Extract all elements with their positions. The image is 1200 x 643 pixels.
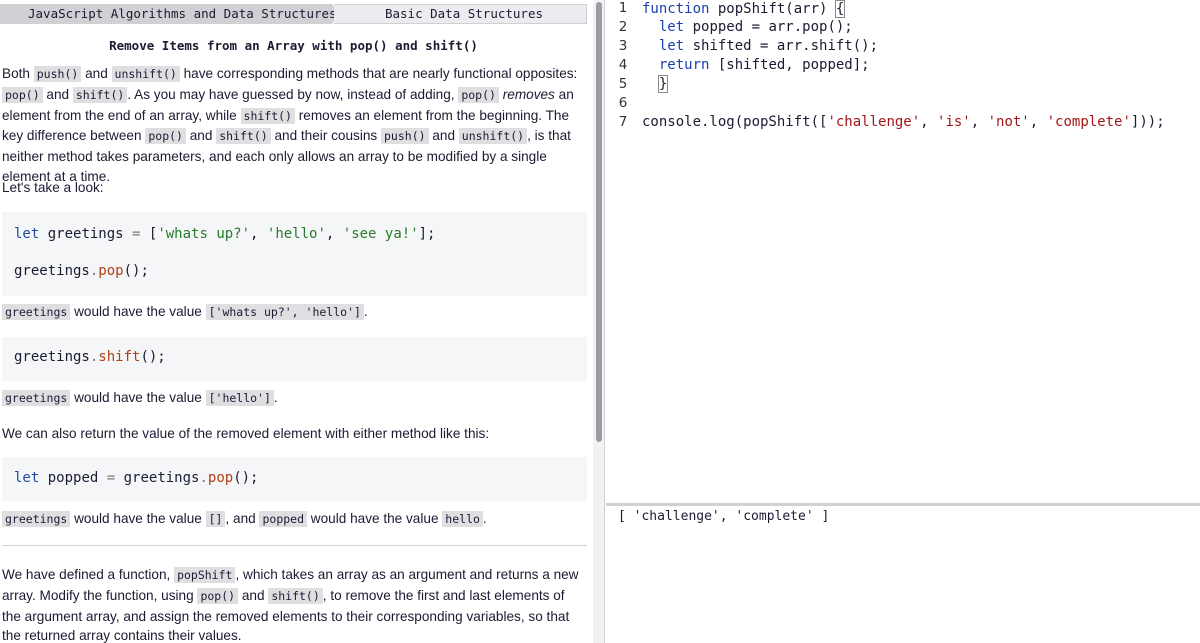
code-editor[interactable]: 1 function popShift(arr) { 2 let popped … xyxy=(606,0,1200,503)
editor-line[interactable]: 7 console.log(popShift(['challenge', 'is… xyxy=(606,114,1200,133)
editor-line[interactable]: 3 let shifted = arr.shift(); xyxy=(606,38,1200,57)
description-paragraph: greetings would have the value ['whats u… xyxy=(2,302,582,323)
text-cursor xyxy=(844,0,846,16)
editor-line[interactable]: 1 function popShift(arr) { xyxy=(606,0,1200,19)
description-paragraph: We can also return the value of the remo… xyxy=(2,426,490,441)
challenge-title: Remove Items from an Array with pop() an… xyxy=(109,38,478,53)
code-example-block: let popped = greetings.pop(); xyxy=(2,457,587,501)
editor-line[interactable]: 2 let popped = arr.pop(); xyxy=(606,19,1200,38)
code-example-block: greetings.shift(); xyxy=(2,337,587,381)
editor-line[interactable]: 4 return [shifted, popped]; xyxy=(606,57,1200,76)
editor-line[interactable]: 6 xyxy=(606,95,1200,114)
instructions-pane: JavaScript Algorithms and Data Structure… xyxy=(0,0,592,643)
description-paragraph: Let's take a look: xyxy=(2,180,104,195)
line-number: 1 xyxy=(618,0,628,16)
line-number: 4 xyxy=(618,57,628,73)
instructions-scrollbar[interactable] xyxy=(593,0,605,643)
breadcrumb-subsection-link[interactable]: Basic Data Structures xyxy=(334,4,587,24)
line-number: 7 xyxy=(618,114,628,130)
breadcrumb-section-link[interactable]: JavaScript Algorithms and Data Structure… xyxy=(0,4,340,24)
instructions-paragraph: We have defined a function, popShift, wh… xyxy=(2,567,579,643)
editor-line[interactable]: 5 } xyxy=(606,75,1200,95)
line-number: 6 xyxy=(618,95,628,111)
console-panel: [ 'challenge', 'complete' ] xyxy=(606,506,1200,643)
description-paragraph: Both push() and unshift() have correspon… xyxy=(2,66,578,184)
description-paragraph: greetings would have the value [], and p… xyxy=(2,509,582,530)
console-output: [ 'challenge', 'complete' ] xyxy=(618,509,830,524)
breadcrumb: JavaScript Algorithms and Data Structure… xyxy=(0,4,587,24)
line-number: 5 xyxy=(618,76,628,92)
scrollbar-thumb[interactable] xyxy=(596,2,602,442)
code-example-block: let greetings = ['whats up?', 'hello', '… xyxy=(2,212,587,296)
section-divider xyxy=(2,545,587,546)
description-paragraph: greetings would have the value ['hello']… xyxy=(2,388,582,409)
line-number: 3 xyxy=(618,38,628,54)
line-number: 2 xyxy=(618,19,628,35)
